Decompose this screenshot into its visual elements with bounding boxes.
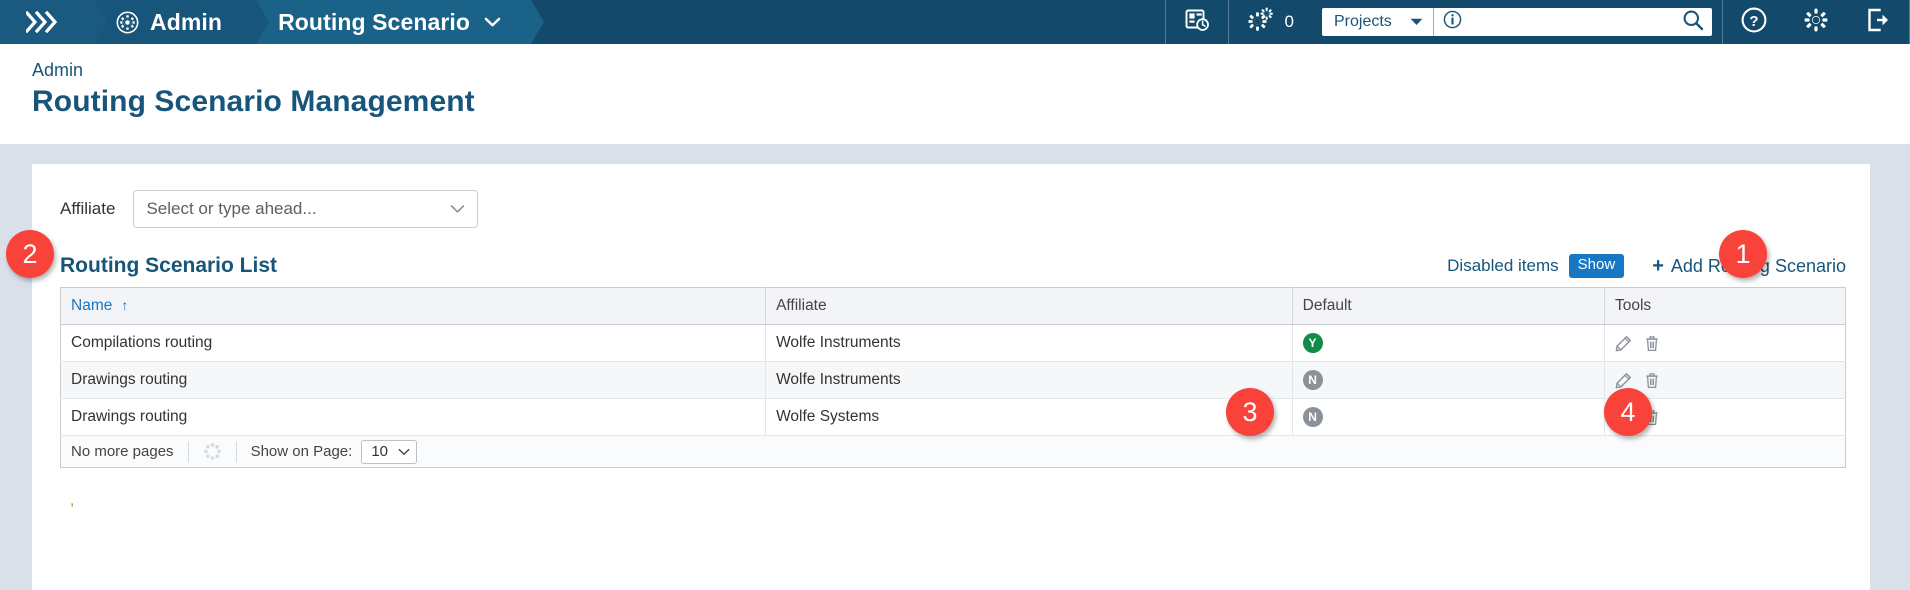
nav-item-admin-label: Admin <box>150 8 223 35</box>
chevron-down-icon[interactable] <box>484 17 501 28</box>
column-header-name-label: Name <box>71 297 113 314</box>
search-input[interactable] <box>1468 12 1676 32</box>
cell-affiliate: Wolfe Systems <box>765 398 1293 436</box>
cell-affiliate: Wolfe Instruments <box>765 361 1293 399</box>
svg-text:?: ? <box>1749 13 1758 30</box>
annotation-badge-3: 3 <box>1226 388 1274 436</box>
top-navigation-bar: Admin Routing Scenario 0 Projects ? <box>0 0 1910 44</box>
pagination-status: No more pages <box>71 443 174 460</box>
home-nav-button[interactable] <box>0 0 107 44</box>
content-panel: Affiliate Select or type ahead... Routin… <box>32 164 1870 590</box>
search-field-wrap <box>1434 8 1712 36</box>
page-header: Admin Routing Scenario Management <box>0 44 1910 144</box>
calendar-clock-icon <box>1184 7 1210 38</box>
settings-button[interactable] <box>1785 0 1847 44</box>
column-header-name[interactable]: Name ↑ <box>60 287 767 325</box>
affiliate-select[interactable]: Select or type ahead... <box>133 190 479 228</box>
edit-icon[interactable] <box>1615 372 1632 389</box>
column-header-affiliate[interactable]: Affiliate <box>765 287 1293 325</box>
show-on-page-label: Show on Page: <box>250 443 353 460</box>
question-circle-icon: ? <box>1741 7 1767 38</box>
search-scope-dropdown[interactable]: Projects <box>1322 8 1434 36</box>
nav-item-routing-scenario[interactable]: Routing Scenario <box>256 0 545 44</box>
default-no-badge: N <box>1302 370 1323 390</box>
table-row[interactable]: Drawings routing Wolfe Systems N <box>60 398 1846 436</box>
show-on-page-value: 10 <box>371 443 388 460</box>
plus-icon: + <box>1652 255 1664 277</box>
show-on-page-select[interactable]: 10 <box>361 439 417 464</box>
nav-item-admin[interactable]: Admin <box>94 0 270 44</box>
arrow-up-icon: ↑ <box>121 297 129 313</box>
caret-down-icon <box>1410 13 1423 31</box>
list-actions: Disabled items Show + Add Routing Scenar… <box>1447 254 1846 278</box>
gear-icon <box>1803 7 1829 38</box>
cell-name: Drawings routing <box>60 361 767 399</box>
workflow-task-count: 0 <box>1284 12 1294 31</box>
annotation-badge-2: 2 <box>6 230 54 278</box>
cell-default: N <box>1292 398 1606 436</box>
stray-text: , <box>70 492 75 509</box>
breadcrumb[interactable]: Admin <box>32 58 1910 83</box>
footer-divider <box>235 441 237 462</box>
search-scope-value: Projects <box>1334 13 1392 30</box>
nav-breadcrumb-chunks: Admin Routing Scenario <box>0 0 545 44</box>
help-button[interactable]: ? <box>1723 0 1785 44</box>
nav-right-tools: 0 Projects ? <box>1164 0 1910 44</box>
page-body: Affiliate Select or type ahead... Routin… <box>0 144 1910 590</box>
cell-default: N <box>1292 361 1606 399</box>
edit-icon[interactable] <box>1615 335 1632 352</box>
list-header: Routing Scenario List Disabled items Sho… <box>60 254 1846 278</box>
column-header-default[interactable]: Default <box>1292 287 1606 325</box>
workflow-tasks-button[interactable]: 0 <box>1229 0 1312 44</box>
disabled-items-show-toggle[interactable]: Show <box>1568 254 1625 278</box>
logout-button[interactable] <box>1847 0 1909 44</box>
table-footer: No more pages Show on Page: 10 <box>60 436 1846 468</box>
column-header-tools: Tools <box>1604 287 1846 325</box>
logout-icon <box>1865 7 1891 38</box>
annotation-badge-1: 1 <box>1719 230 1767 278</box>
screen: Admin Routing Scenario 0 Projects ? Admi… <box>0 0 1910 590</box>
annotation-badge-4: 4 <box>1604 388 1652 436</box>
nav-item-routing-scenario-label: Routing Scenario <box>278 8 471 35</box>
footer-divider <box>187 441 189 462</box>
cell-name: Drawings routing <box>60 398 767 436</box>
table-header-row: Name ↑ Affiliate Default Tools <box>60 287 1846 325</box>
disabled-items-label: Disabled items <box>1447 256 1559 275</box>
list-title: Routing Scenario List <box>60 254 278 277</box>
delete-icon[interactable] <box>1644 372 1660 389</box>
table-row[interactable]: Drawings routing Wolfe Instruments N <box>60 361 1846 399</box>
chevron-down-icon <box>450 199 465 219</box>
affiliate-filter-label: Affiliate <box>60 199 116 218</box>
cell-default: Y <box>1292 324 1606 362</box>
default-no-badge: N <box>1302 407 1323 427</box>
gear-circle-icon <box>116 11 139 34</box>
delete-icon[interactable] <box>1644 335 1660 352</box>
magnifier-icon[interactable] <box>1682 9 1704 36</box>
affiliate-select-placeholder: Select or type ahead... <box>146 199 317 218</box>
chevron-down-icon <box>398 443 410 460</box>
routing-scenario-table: Name ↑ Affiliate Default Tools Compilatio… <box>60 287 1846 436</box>
default-yes-badge: Y <box>1302 333 1323 353</box>
table-row[interactable]: Compilations routing Wolfe Instruments Y <box>60 324 1846 362</box>
timesheet-button[interactable] <box>1166 0 1228 44</box>
cell-name: Compilations routing <box>60 324 767 362</box>
cell-affiliate: Wolfe Instruments <box>765 324 1293 362</box>
loading-dots-icon[interactable] <box>203 442 222 461</box>
cell-tools <box>1604 324 1846 362</box>
chevrons-logo-icon <box>26 11 64 33</box>
affiliate-filter: Affiliate Select or type ahead... <box>60 190 1846 228</box>
info-circle-icon[interactable] <box>1443 10 1462 34</box>
gears-icon <box>1247 7 1277 38</box>
page-title: Routing Scenario Management <box>32 85 475 119</box>
global-search: Projects <box>1322 8 1712 36</box>
